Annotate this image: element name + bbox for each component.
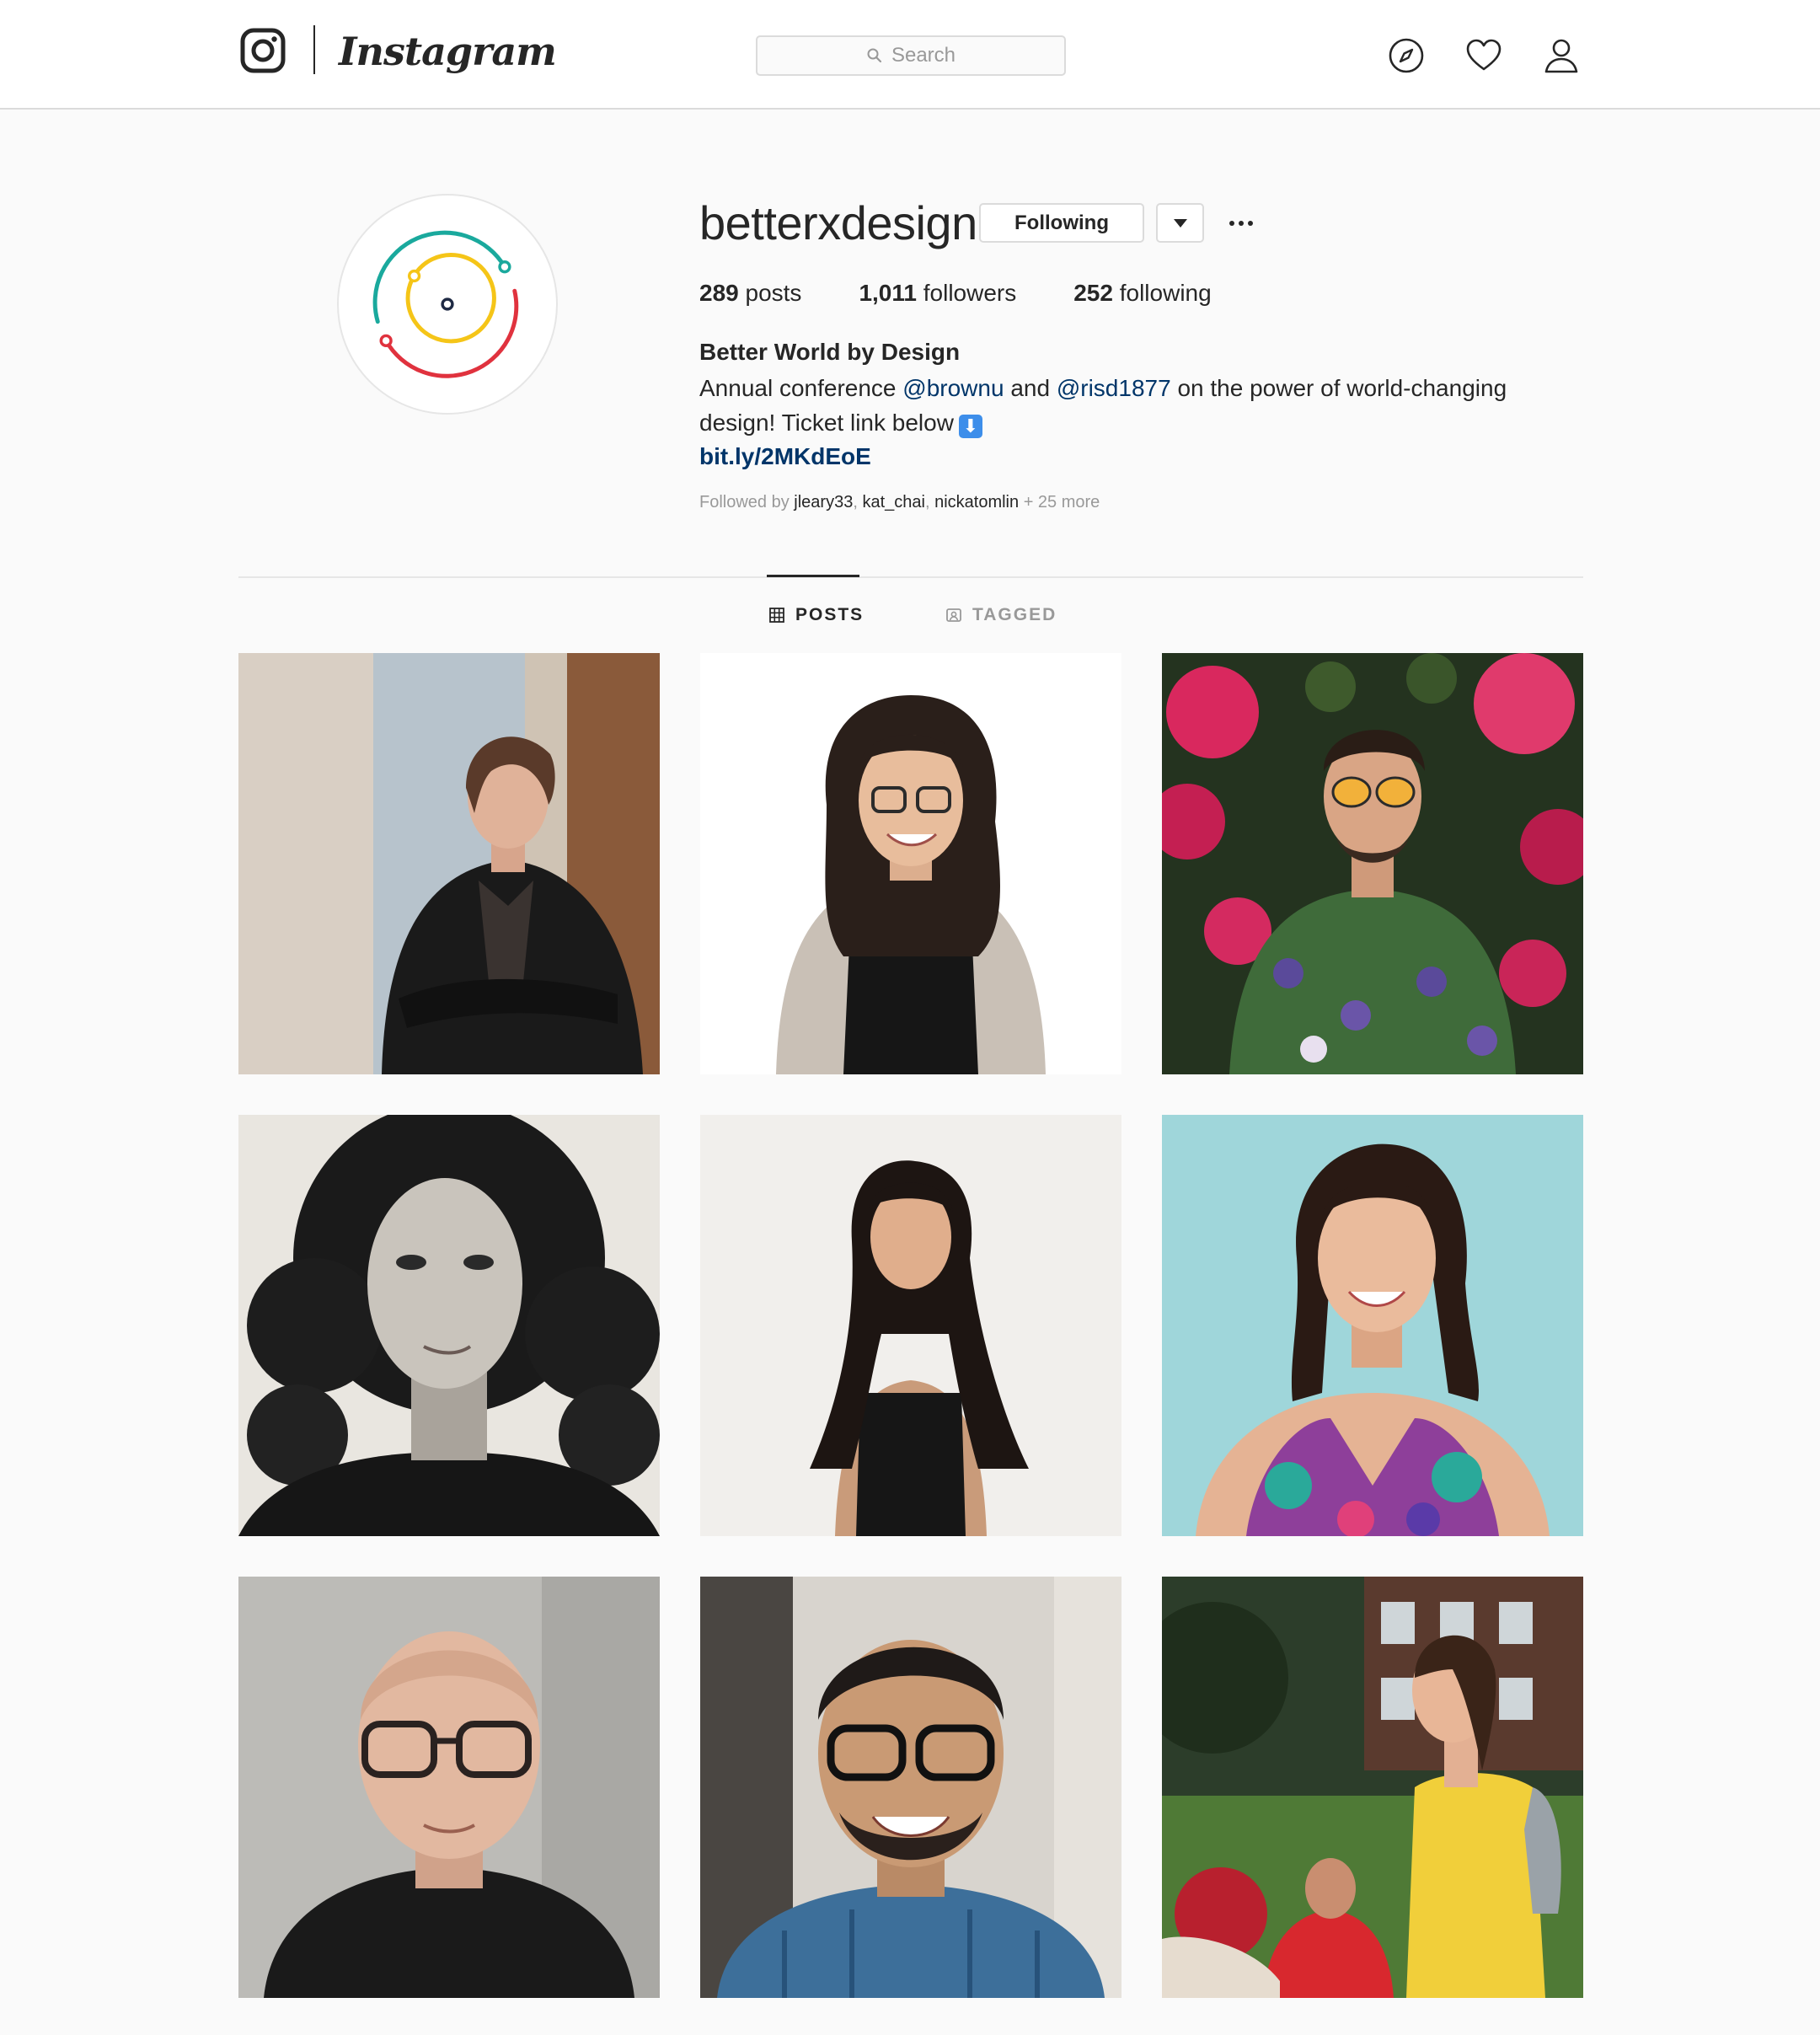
post-photo <box>700 1115 1121 1536</box>
posts-count: 289 posts <box>699 276 801 310</box>
suggestions-dropdown-button[interactable] <box>1156 203 1204 243</box>
post-thumbnail[interactable] <box>238 1115 660 1536</box>
post-photo <box>238 1115 660 1536</box>
post-thumbnail[interactable] <box>700 1115 1121 1536</box>
follower-username-link[interactable]: jleary33 <box>794 493 853 511</box>
tagged-photo-icon <box>946 608 961 622</box>
profile-bio: Annual conference @brownu and @risd1877 … <box>699 371 1525 440</box>
profile-website-link[interactable]: bit.ly/2MKdEoE <box>699 440 871 474</box>
tab-posts-label: POSTS <box>795 605 864 624</box>
post-photo <box>1162 653 1583 1074</box>
user-icon[interactable] <box>1541 35 1582 76</box>
followed-by-more[interactable]: + 25 more <box>1024 493 1100 511</box>
post-thumbnail[interactable] <box>700 653 1121 1074</box>
tab-tagged-label: TAGGED <box>972 605 1057 624</box>
post-photo <box>700 653 1121 1074</box>
profile-stats: 289 posts 1,011 followers 252 following <box>699 276 1269 310</box>
follower-username-link[interactable]: kat_chai <box>862 493 925 511</box>
top-navigation-bar: Instagram Search <box>0 0 1820 110</box>
follower-username-link[interactable]: nickatomlin <box>934 493 1019 511</box>
bio-text: Annual conference <box>699 375 903 401</box>
compass-icon[interactable] <box>1386 35 1427 76</box>
post-thumbnail[interactable] <box>1162 1577 1583 1998</box>
posts-count-value: 289 <box>699 280 739 306</box>
post-thumbnail[interactable] <box>238 1577 660 1998</box>
instagram-wordmark[interactable]: Instagram <box>339 22 557 81</box>
search-placeholder: Search <box>891 44 956 67</box>
followed-by-prefix: Followed by <box>699 493 790 511</box>
following-button[interactable]: Following <box>979 203 1144 243</box>
following-count-label: following <box>1119 280 1212 306</box>
followers-link[interactable]: 1,011 followers <box>859 276 1016 310</box>
mention-link[interactable]: @risd1877 <box>1057 375 1171 401</box>
post-photo <box>700 1577 1121 1998</box>
followers-count-value: 1,011 <box>859 280 917 306</box>
search-input[interactable]: Search <box>756 35 1066 76</box>
posts-count-label: posts <box>745 280 802 306</box>
following-link[interactable]: 252 following <box>1073 276 1211 310</box>
heart-icon[interactable] <box>1464 35 1504 76</box>
caret-down-icon <box>1173 218 1187 228</box>
post-thumbnail[interactable] <box>1162 653 1583 1074</box>
post-thumbnail[interactable] <box>700 1577 1121 1998</box>
grid-icon <box>769 608 784 623</box>
post-photo <box>1162 1577 1583 1998</box>
following-count-value: 252 <box>1073 280 1113 306</box>
post-thumbnail[interactable] <box>238 653 660 1074</box>
post-thumbnail[interactable] <box>1162 1115 1583 1536</box>
post-photo <box>1162 1115 1583 1536</box>
active-tab-indicator <box>767 575 859 577</box>
profile-avatar[interactable] <box>337 194 558 415</box>
post-photo <box>238 1577 660 1998</box>
bio-text: and <box>1004 375 1057 401</box>
post-photo <box>238 653 660 1074</box>
search-icon <box>867 48 882 63</box>
tab-tagged[interactable]: TAGGED <box>945 603 1057 627</box>
tab-posts[interactable]: POSTS <box>768 603 864 627</box>
nav-divider <box>313 25 315 74</box>
tabs-divider <box>238 576 1583 578</box>
more-options-icon[interactable] <box>1227 209 1255 238</box>
followers-count-label: followers <box>923 280 1017 306</box>
instagram-glyph-icon[interactable] <box>240 28 286 73</box>
followed-by-line: Followed by jleary33, kat_chai, nickatom… <box>699 493 1100 511</box>
down-arrow-emoji-icon: ⬇ <box>958 415 982 438</box>
profile-full-name: Better World by Design <box>699 339 961 365</box>
mention-link[interactable]: @brownu <box>902 375 1004 401</box>
profile-username: betterxdesign <box>699 196 977 249</box>
